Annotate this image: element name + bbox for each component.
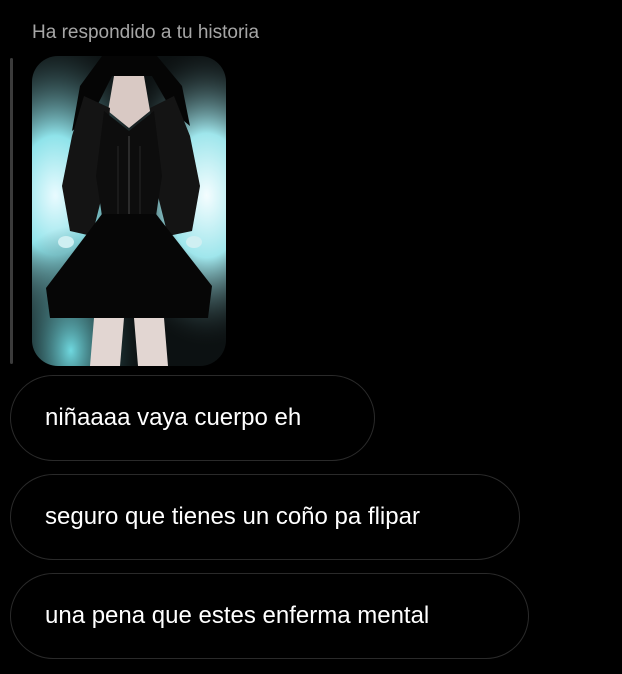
reply-quote-bar xyxy=(10,58,13,364)
message-text: seguro que tienes un coño pa flipar xyxy=(45,503,420,530)
story-reply-label: Ha respondido a tu historia xyxy=(32,22,260,43)
story-thumbnail[interactable] xyxy=(32,56,226,366)
message-bubble[interactable]: niñaaaa vaya cuerpo eh xyxy=(10,375,375,461)
story-thumbnail-image xyxy=(32,56,226,366)
message-bubble[interactable]: una pena que estes enferma mental xyxy=(10,573,529,659)
message-text: niñaaaa vaya cuerpo eh xyxy=(45,404,302,431)
message-bubble[interactable]: seguro que tienes un coño pa flipar xyxy=(10,474,520,560)
message-text: una pena que estes enferma mental xyxy=(45,602,430,629)
